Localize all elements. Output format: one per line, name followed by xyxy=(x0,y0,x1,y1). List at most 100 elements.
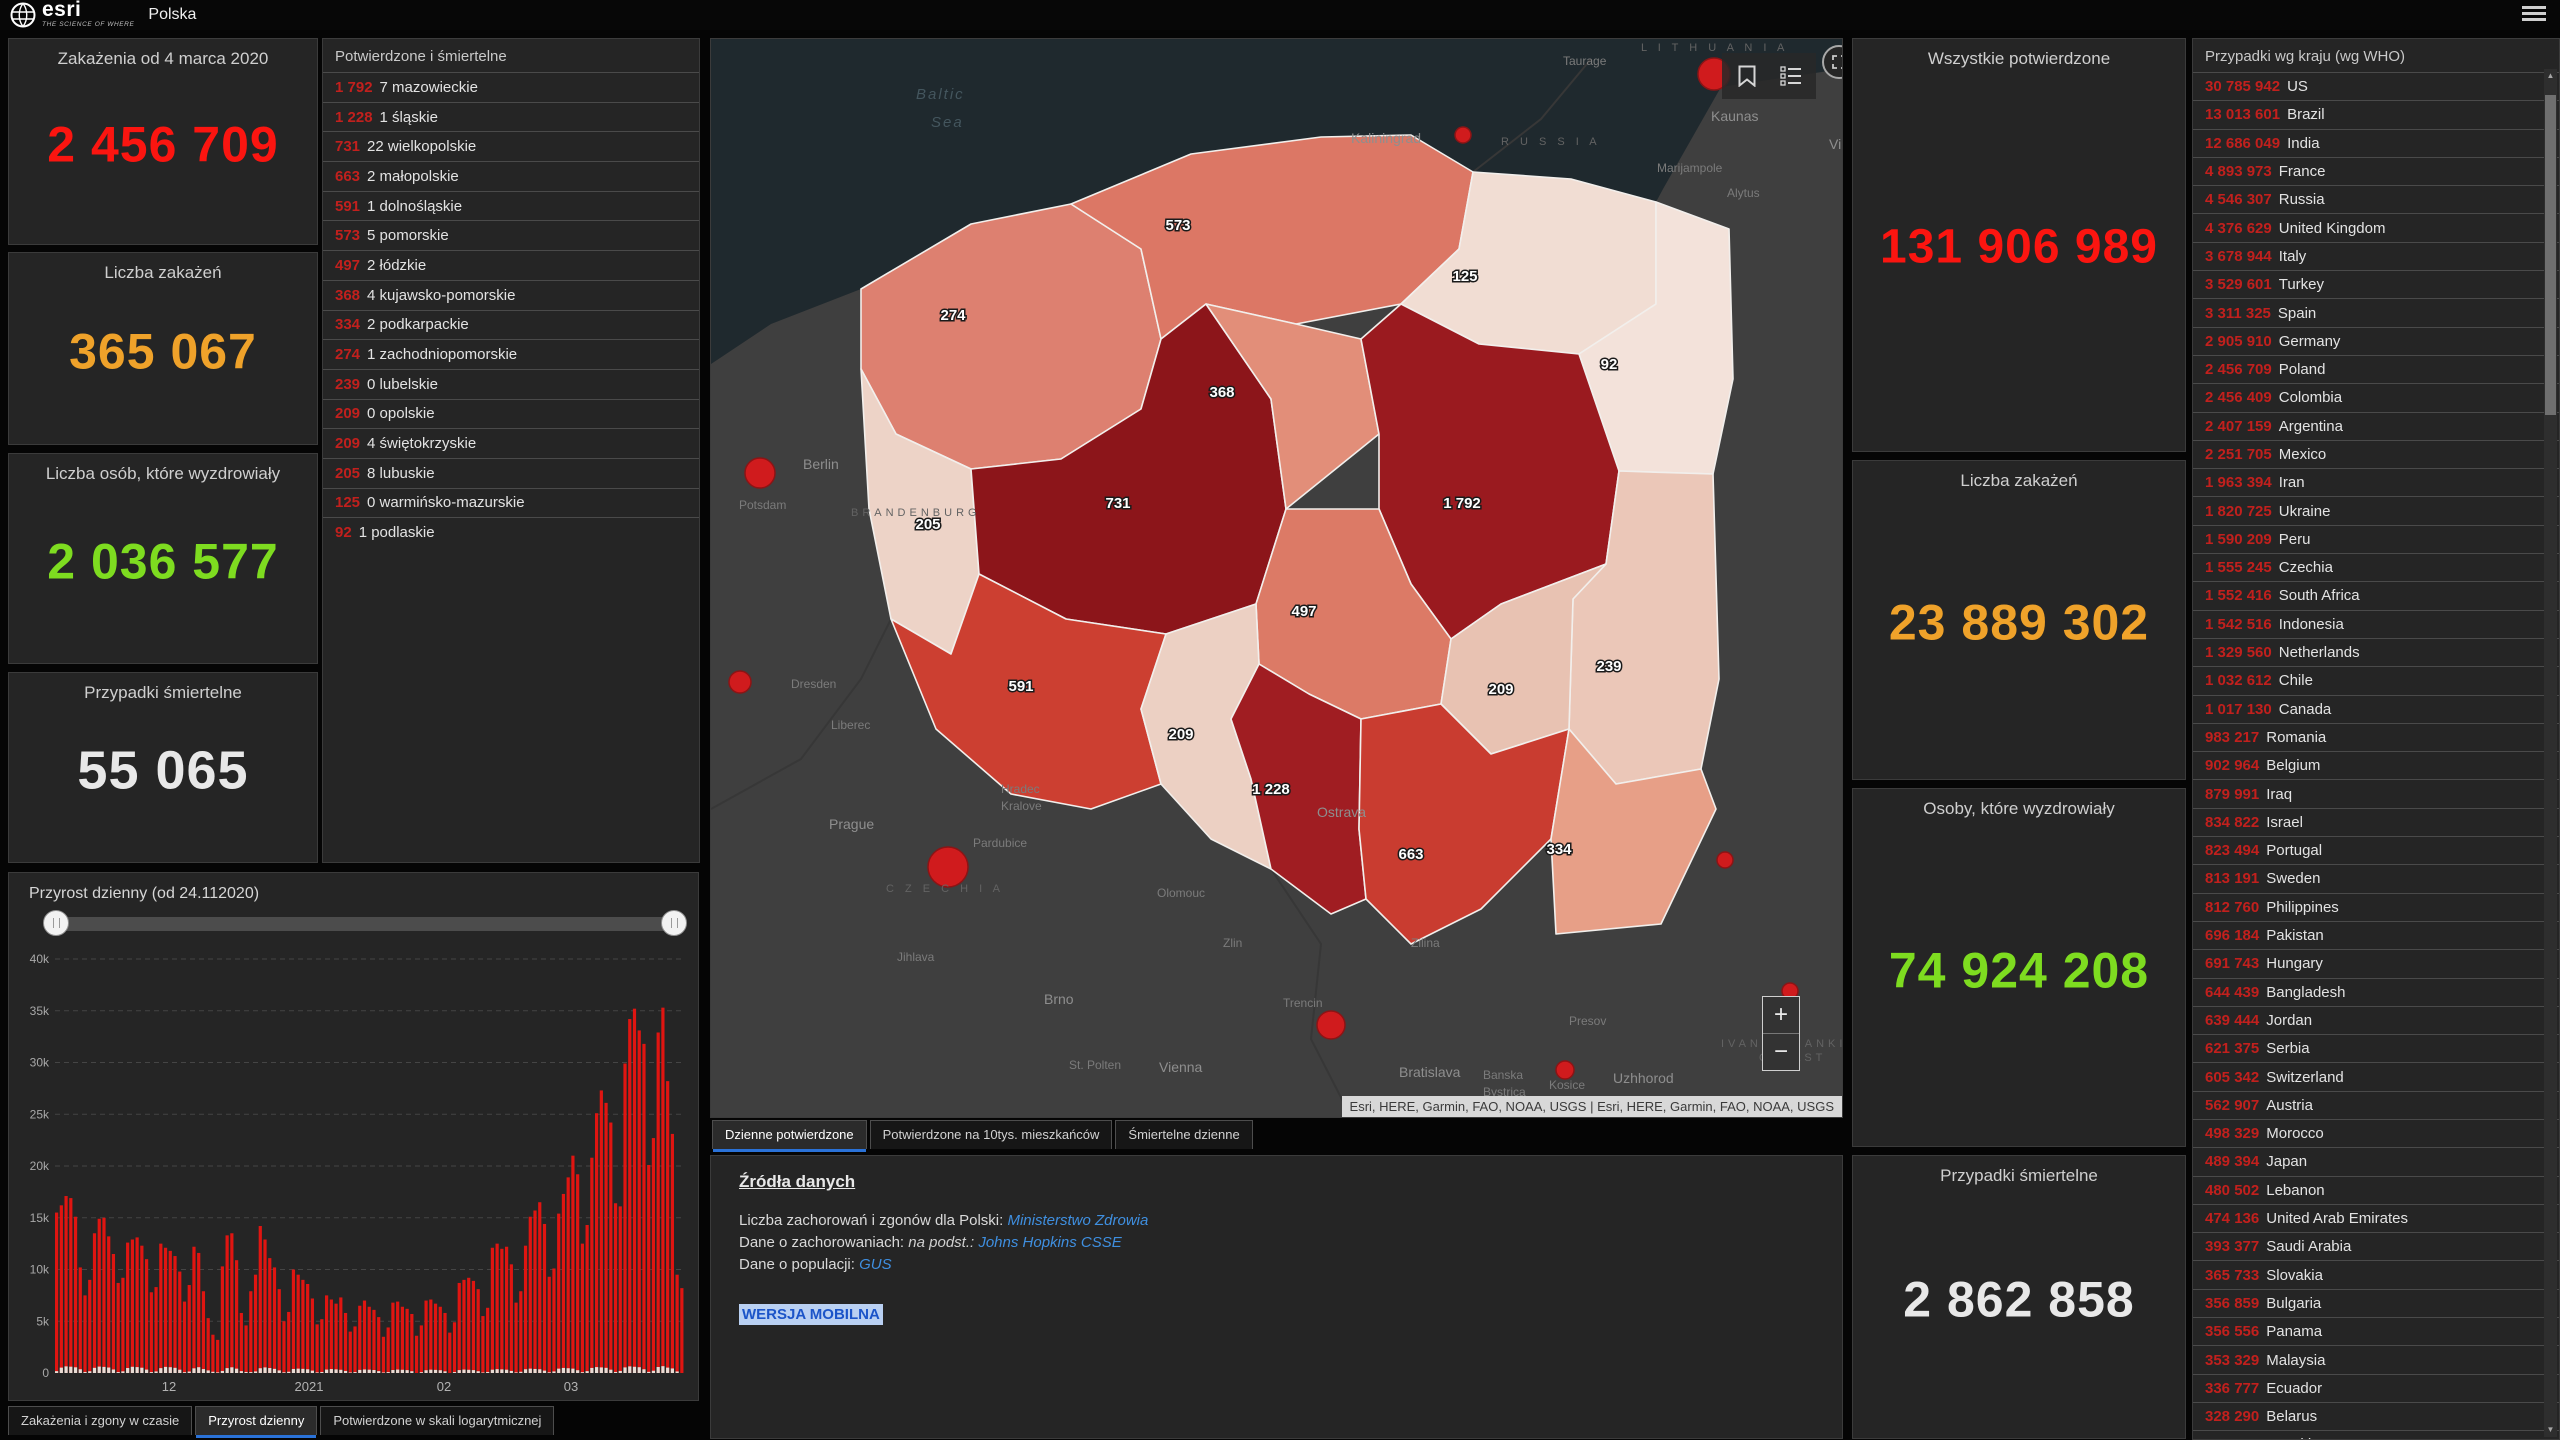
list-item[interactable]: 334 2 podkarpackie xyxy=(323,309,699,340)
list-item[interactable]: 209 4 świętokrzyskie xyxy=(323,428,699,458)
list-item[interactable]: 621 375 Serbia xyxy=(2193,1034,2559,1062)
list-item[interactable]: 368 4 kujawsko-pomorskie xyxy=(323,279,699,310)
list-item[interactable]: 4 893 973 France xyxy=(2193,156,2559,185)
ministry-of-health-link[interactable]: Ministerstwo Zdrowia xyxy=(1007,1212,1148,1229)
list-item[interactable]: 1 820 725 Ukraine xyxy=(2193,496,2559,524)
scroll-up-icon[interactable]: ▲ xyxy=(2544,69,2557,83)
list-item[interactable]: 1 542 516 Indonesia xyxy=(2193,609,2559,638)
list-item[interactable]: 1 032 612 Chile xyxy=(2193,666,2559,694)
list-item[interactable]: 274 1 zachodniopomorskie xyxy=(323,339,699,369)
list-item[interactable]: 1 590 209 Peru xyxy=(2193,524,2559,553)
list-item[interactable]: 663 2 małopolskie xyxy=(323,161,699,191)
case-cluster-dot[interactable] xyxy=(927,846,969,888)
list-item[interactable]: 4 546 307 Russia xyxy=(2193,185,2559,213)
list-item[interactable]: 12 686 049 India xyxy=(2193,128,2559,157)
list-item[interactable]: 356 556 Panama xyxy=(2193,1317,2559,1345)
list-item[interactable]: 591 1 dolnośląskie xyxy=(323,190,699,221)
list-item[interactable]: 639 444 Jordan xyxy=(2193,1005,2559,1034)
list-item[interactable]: 731 22 wielkopolskie xyxy=(323,131,699,161)
list-item[interactable]: 573 5 pomorskie xyxy=(323,220,699,250)
list-item[interactable]: 125 0 warmińsko-mazurskie xyxy=(323,487,699,518)
list-item[interactable]: 562 907 Austria xyxy=(2193,1090,2559,1119)
list-item[interactable]: 2 456 709 Poland xyxy=(2193,354,2559,383)
region-value-label: 497 xyxy=(1291,603,1316,620)
list-item[interactable]: 13 013 601 Brazil xyxy=(2193,100,2559,128)
list-item[interactable]: 489 394 Japan xyxy=(2193,1147,2559,1175)
list-item[interactable]: 498 329 Morocco xyxy=(2193,1118,2559,1147)
list-item[interactable]: 879 991 Iraq xyxy=(2193,779,2559,807)
list-item[interactable]: 365 733 Slovakia xyxy=(2193,1260,2559,1288)
list-item[interactable]: 691 743 Hungary xyxy=(2193,949,2559,977)
map-tab-tab[interactable]: Śmiertelne dzienne xyxy=(1115,1120,1253,1149)
list-item[interactable]: 1 963 394 Iran xyxy=(2193,468,2559,496)
list-item[interactable]: 30 785 942 US xyxy=(2193,72,2559,100)
chart-tab-tab[interactable]: Potwierdzone w skali logarytmicznej xyxy=(320,1406,555,1435)
scrollbar-thumb[interactable] xyxy=(2545,95,2556,415)
deaths-and-region: 4 świętokrzyskie xyxy=(367,435,477,453)
list-item[interactable]: 497 2 łódzkie xyxy=(323,250,699,280)
map-panel[interactable]: Baltic Sea Kaliningrad R U S S I A Taurage L … xyxy=(710,38,1843,1118)
hamburger-menu-icon[interactable] xyxy=(2522,6,2546,24)
legend-list-icon[interactable] xyxy=(1774,59,1808,93)
list-item[interactable]: 2 251 705 Mexico xyxy=(2193,439,2559,468)
chart-tab-tab[interactable]: Zakażenia i zgony w czasie xyxy=(8,1406,193,1435)
list-item[interactable]: 2 905 910 Germany xyxy=(2193,326,2559,355)
case-cluster-dot[interactable] xyxy=(1454,126,1472,144)
case-cluster-dot[interactable] xyxy=(744,457,776,489)
list-item[interactable]: 3 678 944 Italy xyxy=(2193,241,2559,270)
zoom-in-button[interactable]: + xyxy=(1763,997,1799,1034)
country-list-scrollbar[interactable]: ▲ ▼ xyxy=(2544,69,2557,1437)
list-item[interactable]: 336 777 Ecuador xyxy=(2193,1373,2559,1402)
map-tab-tab[interactable]: Potwierdzone na 10tys. mieszkańców xyxy=(869,1120,1113,1149)
chart-tab-active[interactable]: Przyrost dzienny xyxy=(195,1406,318,1438)
case-cluster-dot[interactable] xyxy=(1555,1060,1575,1080)
list-item[interactable]: 1 552 416 South Africa xyxy=(2193,581,2559,609)
list-item[interactable]: 1 228 1 śląskie xyxy=(323,101,699,132)
list-item[interactable]: 1 017 130 Canada xyxy=(2193,694,2559,723)
list-item[interactable]: 696 184 Pakistan xyxy=(2193,920,2559,949)
list-item[interactable]: 2 407 159 Argentina xyxy=(2193,411,2559,440)
list-item[interactable]: 393 377 Saudi Arabia xyxy=(2193,1232,2559,1260)
scroll-down-icon[interactable]: ▼ xyxy=(2544,1423,2557,1437)
list-item[interactable]: 205 8 lubuskie xyxy=(323,457,699,488)
list-item[interactable]: 2 456 409 Colombia xyxy=(2193,383,2559,411)
case-cluster-dot[interactable] xyxy=(1316,1010,1346,1040)
list-item[interactable]: 328 290 Belarus xyxy=(2193,1401,2559,1430)
mobile-version-link[interactable]: WERSJA MOBILNA xyxy=(739,1304,883,1325)
list-item[interactable]: 4 376 629 United Kingdom xyxy=(2193,213,2559,241)
map-tab-active[interactable]: Dzienne potwierdzone xyxy=(712,1120,867,1152)
list-item[interactable]: 209 0 opolskie xyxy=(323,398,699,429)
list-item[interactable]: 813 191 Sweden xyxy=(2193,864,2559,892)
list-item[interactable]: 474 136 United Arab Emirates xyxy=(2193,1203,2559,1232)
zoom-out-button[interactable]: − xyxy=(1763,1034,1799,1070)
list-item[interactable]: 1 792 7 mazowieckie xyxy=(323,72,699,102)
bookmark-icon[interactable] xyxy=(1730,59,1764,93)
list-item[interactable]: 480 502 Lebanon xyxy=(2193,1175,2559,1204)
list-item[interactable]: 92 1 podlaskie xyxy=(323,517,699,547)
gus-link[interactable]: GUS xyxy=(859,1256,892,1273)
list-item[interactable]: 902 964 Belgium xyxy=(2193,751,2559,779)
list-item[interactable]: 353 329 Malaysia xyxy=(2193,1345,2559,1373)
list-item[interactable]: 1 329 560 Netherlands xyxy=(2193,637,2559,666)
case-cluster-dot[interactable] xyxy=(1716,851,1734,869)
list-item[interactable]: 812 760 Philippines xyxy=(2193,892,2559,921)
list-item[interactable]: 356 859 Bulgaria xyxy=(2193,1288,2559,1317)
country-cases: 3 311 325 xyxy=(2205,304,2271,322)
list-item[interactable]: 644 439 Bangladesh xyxy=(2193,977,2559,1006)
list-item[interactable]: 834 822 Israel xyxy=(2193,807,2559,836)
list-item[interactable]: 1 555 245 Czechia xyxy=(2193,553,2559,581)
list-item[interactable]: 3 529 601 Turkey xyxy=(2193,270,2559,298)
johns-hopkins-link[interactable]: Johns Hopkins CSSE xyxy=(978,1234,1121,1251)
list-item[interactable]: 239 0 lubelskie xyxy=(323,368,699,399)
list-item[interactable]: 983 217 Romania xyxy=(2193,722,2559,751)
list-item[interactable]: 605 342 Switzerland xyxy=(2193,1062,2559,1090)
voivodeship-list[interactable]: 1 792 7 mazowieckie 1 228 1 śląskie 731 22 wi… xyxy=(323,72,699,547)
case-cluster-dot[interactable] xyxy=(728,670,752,694)
list-item[interactable]: 823 494 Portugal xyxy=(2193,836,2559,864)
list-item[interactable]: 307 676 Kazakhstan xyxy=(2193,1430,2559,1439)
poland-choropleth-map[interactable]: BalticSeaKaliningrad R U S S I ATaurageL … xyxy=(711,39,1842,1117)
brand-tagline: THE SCIENCE OF WHERE xyxy=(42,21,135,28)
country-list[interactable]: 30 785 942 US 13 013 601 Brazil 12 686 049 In… xyxy=(2193,72,2559,1439)
list-item[interactable]: 3 311 325 Spain xyxy=(2193,298,2559,326)
daily-growth-bar-chart[interactable]: 0 5k 10k 15k 20k 25k 30k 35k 40k 12 2021 02 03 xyxy=(9,873,698,1400)
